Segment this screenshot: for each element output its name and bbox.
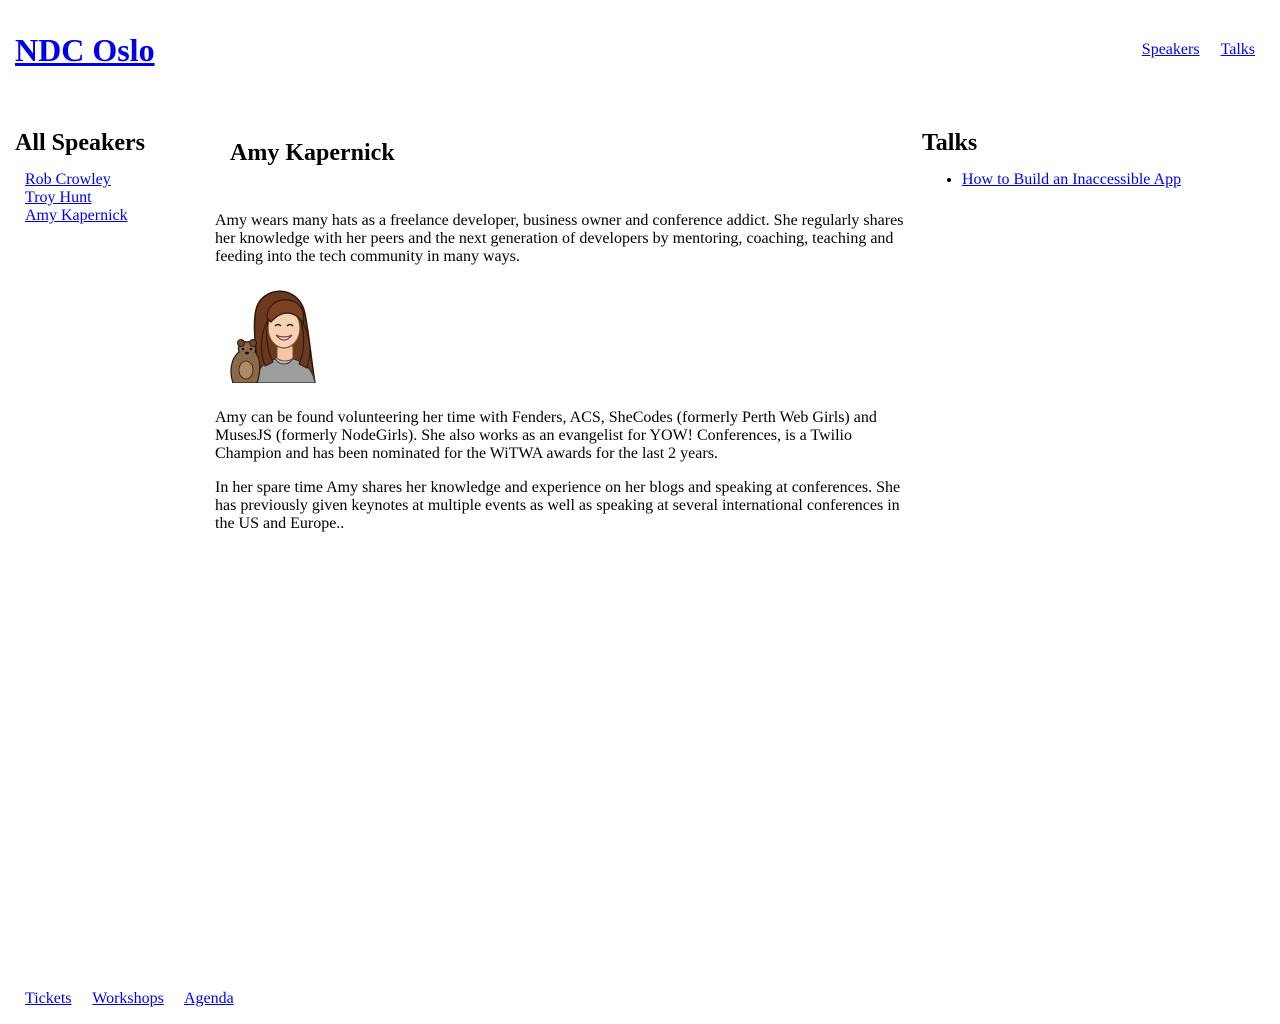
top-nav: Speakers Talks	[1125, 40, 1255, 60]
speaker-portrait-image	[230, 290, 316, 383]
nav-link-speakers[interactable]: Speakers	[1142, 41, 1200, 58]
bio-paragraph: Amy can be found volunteering her time w…	[215, 409, 877, 462]
talks-heading: Talks	[922, 130, 978, 156]
footer-link-tickets[interactable]: Tickets	[25, 990, 72, 1007]
speaker-name: Amy Kapernick	[230, 140, 395, 166]
speaker-link-troy-hunt[interactable]: Troy Hunt	[25, 189, 92, 206]
talk-list: How to Build an Inaccessible App	[922, 171, 1262, 189]
list-item: How to Build an Inaccessible App	[962, 171, 1262, 189]
nav-link-talks[interactable]: Talks	[1221, 41, 1255, 58]
list-item: Amy Kapernick	[25, 207, 195, 225]
speaker-profile: Amy Kapernick Amy wears many hats as a f…	[215, 138, 905, 533]
list-item: Troy Hunt	[25, 189, 195, 207]
speakers-sidebar: All Speakers Rob Crowley Troy Hunt Amy K…	[15, 128, 195, 225]
sidebar-heading: All Speakers	[15, 130, 146, 156]
list-item: Rob Crowley	[25, 171, 195, 189]
bio-paragraph: Amy wears many hats as a freelance devel…	[215, 212, 904, 265]
talk-link-inaccessible-app[interactable]: How to Build an Inaccessible App	[962, 171, 1181, 188]
site-title-link[interactable]: NDC Oslo	[15, 32, 155, 68]
speaker-link-amy-kapernick[interactable]: Amy Kapernick	[25, 207, 128, 224]
footer-link-workshops[interactable]: Workshops	[92, 990, 164, 1007]
talks-section: Talks How to Build an Inaccessible App	[922, 128, 1262, 189]
bio-paragraph: In her spare time Amy shares her knowled…	[215, 479, 901, 532]
site-title: NDC Oslo	[15, 29, 155, 71]
speaker-list: Rob Crowley Troy Hunt Amy Kapernick	[25, 171, 195, 225]
page: NDC Oslo Speakers Talks All Speakers Rob…	[0, 0, 1280, 1024]
footer-link-agenda[interactable]: Agenda	[184, 990, 234, 1007]
speaker-link-rob-crowley[interactable]: Rob Crowley	[25, 171, 111, 188]
footer-nav: Tickets Workshops Agenda	[25, 989, 251, 1009]
